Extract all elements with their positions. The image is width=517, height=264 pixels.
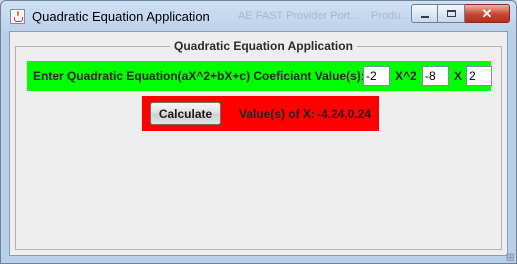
application-window: Quadratic Equation Application AE FAST P…: [0, 0, 517, 264]
result-label: Value(s) of X:: [239, 107, 316, 121]
background-window-title: Produ...: [371, 10, 410, 22]
x-label: X: [454, 69, 463, 83]
coefficient-a-input[interactable]: [363, 66, 390, 86]
result-value: -4.24,0.24: [317, 107, 372, 121]
x-squared-label: X^2: [395, 69, 417, 83]
background-window-title: AE FAST Provider Port...: [238, 10, 360, 22]
window-title: Quadratic Equation Application: [32, 9, 210, 24]
result-panel: Calculate Value(s) of X: -4.24,0.24: [142, 96, 379, 131]
caption-buttons: ✕: [411, 4, 510, 23]
resize-grip[interactable]: [506, 253, 514, 261]
close-button[interactable]: ✕: [465, 4, 510, 23]
maximize-icon: [446, 10, 456, 17]
close-icon: ✕: [481, 6, 493, 21]
coefficient-c-input[interactable]: [466, 66, 492, 86]
minimize-button[interactable]: [411, 4, 438, 23]
java-cup-icon[interactable]: [10, 9, 25, 24]
minimize-icon: [420, 15, 429, 18]
equation-prompt: Enter Quadratic Equation(aX^2+bX+c) Coef…: [33, 69, 365, 83]
coefficient-b-input[interactable]: [422, 66, 449, 86]
maximize-button[interactable]: [438, 4, 465, 23]
content-pane: Quadratic Equation Application Enter Qua…: [9, 31, 508, 256]
group-title: Quadratic Equation Application: [170, 39, 357, 53]
equation-panel: Enter Quadratic Equation(aX^2+bX+c) Coef…: [27, 61, 492, 91]
title-bar[interactable]: Quadratic Equation Application AE FAST P…: [1, 1, 516, 31]
calculate-button[interactable]: Calculate: [150, 102, 221, 125]
